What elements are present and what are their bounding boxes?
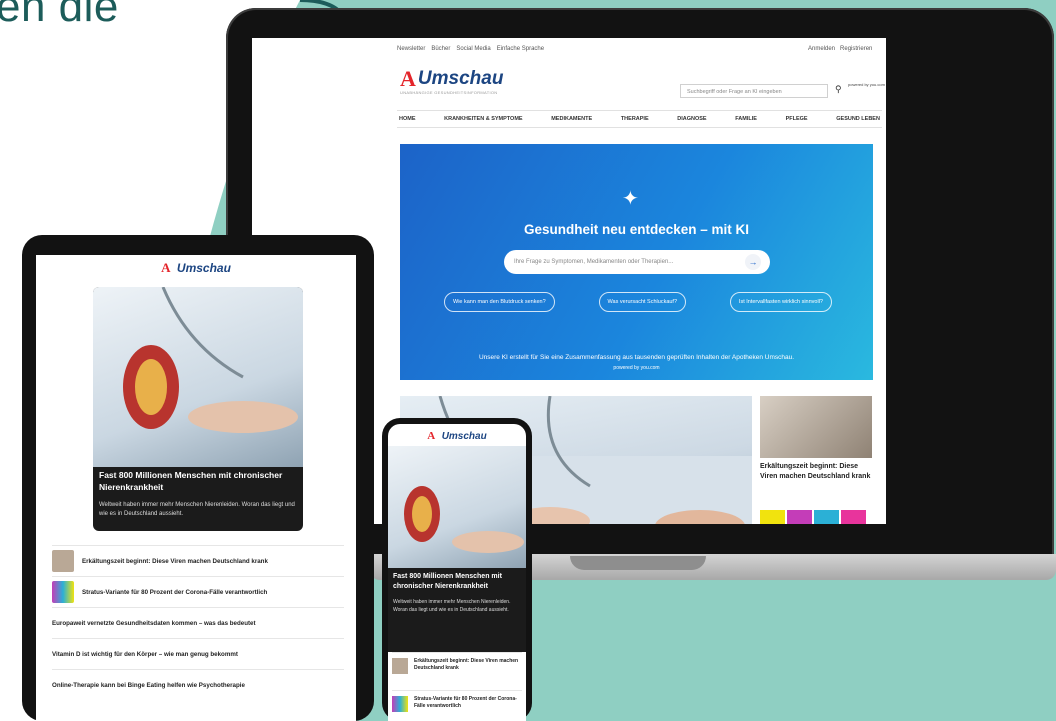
list-item[interactable]: Europaweit vernetzte Gesundheitsdaten ko… xyxy=(52,607,344,638)
ai-question-input[interactable]: Ihre Frage zu Symptomen, Medikamenten od… xyxy=(504,250,770,274)
side-thumbnails xyxy=(760,510,866,524)
tablet-article-list: Erkältungszeit beginnt: Diese Viren mach… xyxy=(52,545,344,700)
list-item-title: Europaweit vernetzte Gesundheitsdaten ko… xyxy=(52,619,256,627)
top-link[interactable]: Bücher xyxy=(431,46,450,52)
list-item[interactable]: Stratus-Variante für 80 Prozent der Coro… xyxy=(52,576,344,607)
sparkle-icon: ✦ xyxy=(622,188,639,210)
list-item-title: Stratus-Variante für 80 Prozent der Coro… xyxy=(82,588,268,596)
list-item-title: Stratus-Variante für 80 Prozent der Coro… xyxy=(414,696,517,709)
side-article-image[interactable] xyxy=(760,396,872,458)
hero-powered: powered by you.com xyxy=(613,365,660,371)
logo-word: Umschau xyxy=(441,431,487,442)
logo-word: Umschau xyxy=(417,68,504,89)
tablet-feature-title: Fast 800 Millionen Menschen mit chronisc… xyxy=(99,470,283,492)
register-link[interactable]: Registrieren xyxy=(840,46,872,52)
suggestion-chip[interactable]: Was verursacht Schluckauf? xyxy=(598,292,687,312)
virus-thumbnail xyxy=(814,510,839,524)
tablet-logo[interactable]: A Umschau xyxy=(36,259,356,277)
background-heading: en die xyxy=(0,0,119,31)
tablet-site: A Umschau Fast 800 Millionen Menschen mi… xyxy=(36,255,356,721)
suggestion-chip[interactable]: Wie kann man den Blutdruck senken? xyxy=(444,292,555,312)
logo-mark: A xyxy=(427,430,436,442)
list-item[interactable]: Stratus-Variante für 80 Prozent der Coro… xyxy=(392,690,522,721)
search-icon[interactable]: ⚲ xyxy=(835,84,842,95)
list-item[interactable]: Vitamin D ist wichtig für den Körper – w… xyxy=(52,638,344,669)
list-item[interactable]: Erkältungszeit beginnt: Diese Viren mach… xyxy=(392,652,522,690)
nav-item-krankheiten[interactable]: KRANKHEITEN & SYMPTOME xyxy=(444,116,522,122)
list-item[interactable]: Online-Therapie kann bei Binge Eating he… xyxy=(52,669,344,700)
list-item-title: Erkältungszeit beginnt: Diese Viren mach… xyxy=(414,658,519,671)
hero-note: Unsere KI erstellt für Sie eine Zusammen… xyxy=(478,354,795,361)
article-thumbnail xyxy=(392,696,408,712)
desktop-search-input[interactable]: Suchbegriff oder Frage an KI eingeben xyxy=(680,84,828,98)
nav-item-pflege[interactable]: PFLEGE xyxy=(786,116,808,122)
desktop-logo[interactable]: A Umschau xyxy=(400,66,503,92)
phone-feature-card[interactable]: Fast 800 Millionen Menschen mit chronisc… xyxy=(388,446,526,652)
tablet-feature-subtitle: Weltweit haben immer mehr Menschen Niere… xyxy=(99,502,295,517)
top-link[interactable]: Newsletter xyxy=(397,46,425,52)
list-item-title: Online-Therapie kann bei Binge Eating he… xyxy=(52,681,245,689)
kidney-model-image xyxy=(93,287,303,467)
list-item[interactable]: Erkältungszeit beginnt: Diese Viren mach… xyxy=(52,545,344,576)
article-thumbnail xyxy=(392,658,408,674)
powered-label: powered by you.com xyxy=(848,82,885,87)
side-article-title[interactable]: Erkältungszeit beginnt: Diese Viren mach… xyxy=(760,462,872,482)
phone-article-list: Erkältungszeit beginnt: Diese Viren mach… xyxy=(392,652,522,721)
nav-item-diagnose[interactable]: DIAGNOSE xyxy=(677,116,706,122)
tablet-feature-card[interactable]: Fast 800 Millionen Menschen mit chronisc… xyxy=(93,287,303,531)
desktop-main-nav: HOME KRANKHEITEN & SYMPTOME MEDIKAMENTE … xyxy=(397,110,882,128)
logo-word: Umschau xyxy=(176,261,231,275)
login-link[interactable]: Anmelden xyxy=(808,46,835,52)
article-thumbnail xyxy=(52,581,74,603)
logo-mark: A xyxy=(161,260,171,275)
list-item-title: Erkältungszeit beginnt: Diese Viren mach… xyxy=(82,557,268,565)
top-link[interactable]: Social Media xyxy=(456,46,490,52)
nav-item-therapie[interactable]: THERAPIE xyxy=(621,116,649,122)
list-item-title: Vitamin D ist wichtig für den Körper – w… xyxy=(52,650,238,658)
virus-thumbnail xyxy=(760,510,785,524)
desktop-topbar: Newsletter Bücher Social Media Einfache … xyxy=(252,38,886,60)
kidney-model-image xyxy=(388,446,526,568)
virus-thumbnail xyxy=(841,510,866,524)
desktop-tagline: UNABHÄNGIGE GESUNDHEITSINFORMATION xyxy=(400,90,498,95)
suggestion-chip[interactable]: Ist Intervallfasten wirklich sinnvoll? xyxy=(729,292,832,312)
phone-site: A Umschau Fast 800 Millionen Menschen mi… xyxy=(388,424,526,721)
phone-logo[interactable]: A Umschau xyxy=(388,426,526,444)
ai-hero-panel: ✦ Gesundheit neu entdecken – mit KI Ihre… xyxy=(400,144,873,380)
virus-thumbnail xyxy=(787,510,812,524)
send-arrow-icon[interactable]: → xyxy=(745,254,761,270)
nav-item-home[interactable]: HOME xyxy=(399,116,416,122)
nav-item-medikamente[interactable]: MEDIKAMENTE xyxy=(551,116,592,122)
phone-feature-subtitle: Weltweit haben immer mehr Menschen Niere… xyxy=(393,599,511,613)
top-link[interactable]: Einfache Sprache xyxy=(497,46,544,52)
hero-title: Gesundheit neu entdecken – mit KI xyxy=(523,222,750,237)
phone-feature-title: Fast 800 Millionen Menschen mit chronisc… xyxy=(393,573,502,590)
article-thumbnail xyxy=(52,550,74,572)
nav-item-familie[interactable]: FAMILIE xyxy=(735,116,757,122)
logo-mark: A xyxy=(400,66,416,91)
nav-item-gesund-leben[interactable]: GESUND LEBEN xyxy=(836,116,880,122)
laptop-notch xyxy=(570,556,706,570)
